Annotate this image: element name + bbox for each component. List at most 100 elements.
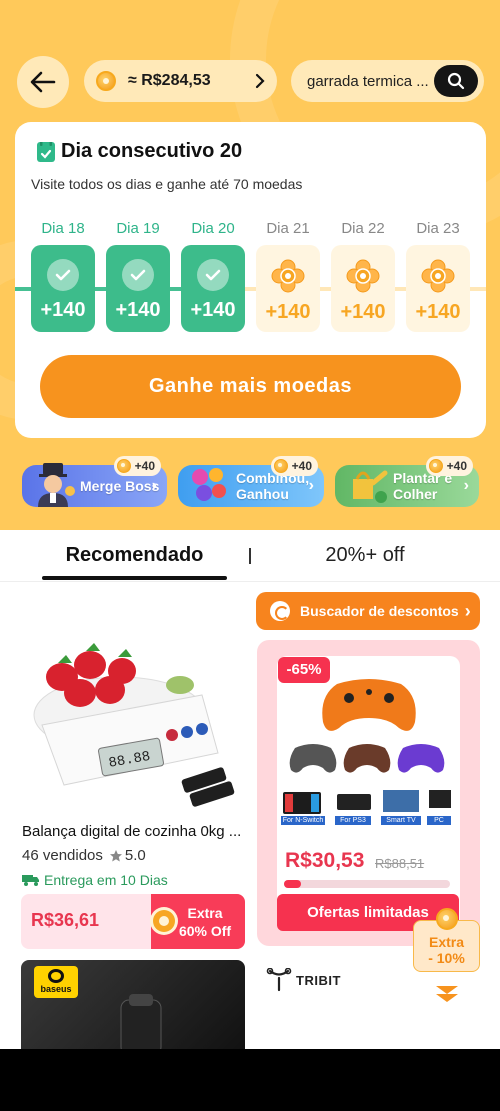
day-reward: +140 [40, 299, 86, 321]
coin-balance-pill[interactable]: ≈ R$284,53 [84, 60, 277, 102]
day-reward: +140 [190, 299, 236, 321]
day-item: Dia 22 +140 [331, 220, 395, 332]
stock-progress-fill [284, 880, 301, 888]
discount-badge: -65% [278, 657, 330, 683]
day-label: Dia 23 [416, 220, 460, 237]
coin-icon [273, 459, 288, 473]
search-icon [447, 72, 465, 90]
console-label: For N-Switch [282, 817, 324, 824]
search-button[interactable] [434, 65, 478, 97]
active-tab-indicator [42, 576, 227, 580]
arrow-left-icon [30, 71, 56, 93]
chevron-right-icon: › [151, 477, 157, 494]
shipping-text: Entrega em 10 Dias [44, 872, 168, 888]
coin-icon [96, 71, 116, 91]
day-reward: +140 [115, 299, 161, 321]
product-image-baseus[interactable]: baseus [21, 960, 245, 1055]
coin-icon [150, 907, 178, 935]
checkin-card: Dia consecutivo 20 Visite todos os dias … [15, 122, 486, 438]
shipping-info: Entrega em 10 Dias [22, 872, 168, 888]
feed-tabs: Recomendado 20%+ off [0, 530, 500, 582]
checkin-title: Dia consecutivo 20 [37, 140, 242, 163]
watering-can-icon [353, 470, 388, 503]
boss-character-icon [38, 463, 75, 507]
back-button[interactable] [17, 56, 69, 108]
tribit-logo[interactable]: TRIBIT [266, 968, 341, 992]
stock-progress-bar [284, 880, 450, 888]
double-chevron-down-icon[interactable] [434, 984, 460, 1004]
day-box-pending: +140 [256, 245, 320, 332]
day-label: Dia 22 [341, 220, 385, 237]
day-box-done: +140 [106, 245, 170, 332]
discount-finder-button[interactable]: Buscador de descontos › [256, 592, 480, 630]
coin-icon [428, 459, 443, 473]
extra-discount-float[interactable]: Extra - 10% [413, 908, 480, 972]
day-label: Dia 18 [41, 220, 85, 237]
day-label: Dia 21 [266, 220, 310, 237]
checkin-title-text: Dia consecutivo 20 [61, 140, 243, 162]
candy-match-icon [192, 468, 226, 501]
coin-flower-icon [346, 259, 380, 293]
game-combinou-ganhou[interactable]: Combinou, Ganhou › +40 [178, 456, 324, 507]
console-label: Smart TV [386, 817, 416, 824]
search-bar[interactable]: garrada termica ... [291, 60, 484, 102]
calendar-check-icon [37, 141, 55, 162]
day-label: Dia 20 [191, 220, 235, 237]
day-box-pending: +140 [406, 245, 470, 332]
coin-icon [436, 908, 458, 930]
day-label: Dia 19 [116, 220, 160, 237]
tab-divider [249, 548, 251, 564]
coin-balance: ≈ R$284,53 [128, 72, 211, 89]
chevron-right-icon: › [464, 600, 471, 621]
day-item: Dia 18 +140 [31, 220, 95, 332]
extra-float-percent: - 10% [428, 950, 465, 966]
extra-float-label: Extra [428, 934, 465, 950]
day-box-done: +140 [31, 245, 95, 332]
check-icon [122, 259, 154, 291]
game-merge-boss[interactable]: Merge Boss › +40 [22, 456, 167, 507]
day-item: Dia 21 +140 [256, 220, 320, 332]
search-input[interactable]: garrada termica ... [307, 73, 435, 90]
rating-value: 5.0 [124, 847, 146, 864]
day-box-done: +140 [181, 245, 245, 332]
day-item: Dia 23 +140 [406, 220, 470, 332]
tab-discount[interactable]: 20%+ off [300, 544, 430, 567]
product-price: R$36,61 [31, 910, 100, 930]
product-image-scale[interactable]: 88.88 [22, 635, 244, 815]
truck-icon [22, 875, 39, 886]
console-label: For PS3 [340, 817, 366, 824]
check-icon [197, 259, 229, 291]
console-label: PC [434, 817, 444, 824]
earn-more-coins-button[interactable]: Ganhe mais moedas [40, 355, 461, 418]
tribit-mark-icon [266, 968, 292, 992]
coin-flower-icon [271, 259, 305, 293]
coin-flower-icon [421, 259, 455, 293]
coin-icon [116, 459, 131, 473]
sold-count: 46 vendidos [22, 847, 103, 864]
price-strip[interactable]: R$36,61 Extra 60% Off [21, 894, 245, 949]
chevron-right-icon: › [308, 477, 314, 494]
check-icon [47, 259, 79, 291]
day-reward: +140 [415, 301, 461, 323]
checkin-subtitle: Visite todos os dias e ganhe até 70 moed… [31, 176, 303, 192]
chevron-right-icon [255, 73, 265, 89]
game-plantar-colher[interactable]: Plantar e Colher › +40 [335, 456, 479, 507]
discount-finder-label: Buscador de descontos [300, 603, 459, 619]
system-navigation-bar [0, 1049, 500, 1111]
product-image-controllers[interactable]: For N-Switch For PS3 Smart TV PC [277, 656, 460, 930]
star-icon [109, 849, 122, 861]
day-reward: +140 [340, 301, 386, 323]
day-reward: +140 [265, 301, 311, 323]
reward-badge: +40 [113, 456, 161, 476]
day-item: Dia 20 +140 [181, 220, 245, 332]
product-title[interactable]: Balança digital de cozinha 0kg ... [22, 823, 244, 840]
deal-price: R$30,53 [285, 849, 365, 872]
reward-badge: +40 [270, 456, 318, 476]
day-item: Dia 19 +140 [106, 220, 170, 332]
day-box-pending: +140 [331, 245, 395, 332]
tab-recomendado[interactable]: Recomendado [42, 544, 227, 567]
discount-radar-icon [270, 601, 290, 621]
chevron-right-icon: › [463, 477, 469, 494]
product-sales-rating: 46 vendidos 5.0 [22, 847, 146, 864]
original-price: R$88,51 [375, 856, 425, 871]
